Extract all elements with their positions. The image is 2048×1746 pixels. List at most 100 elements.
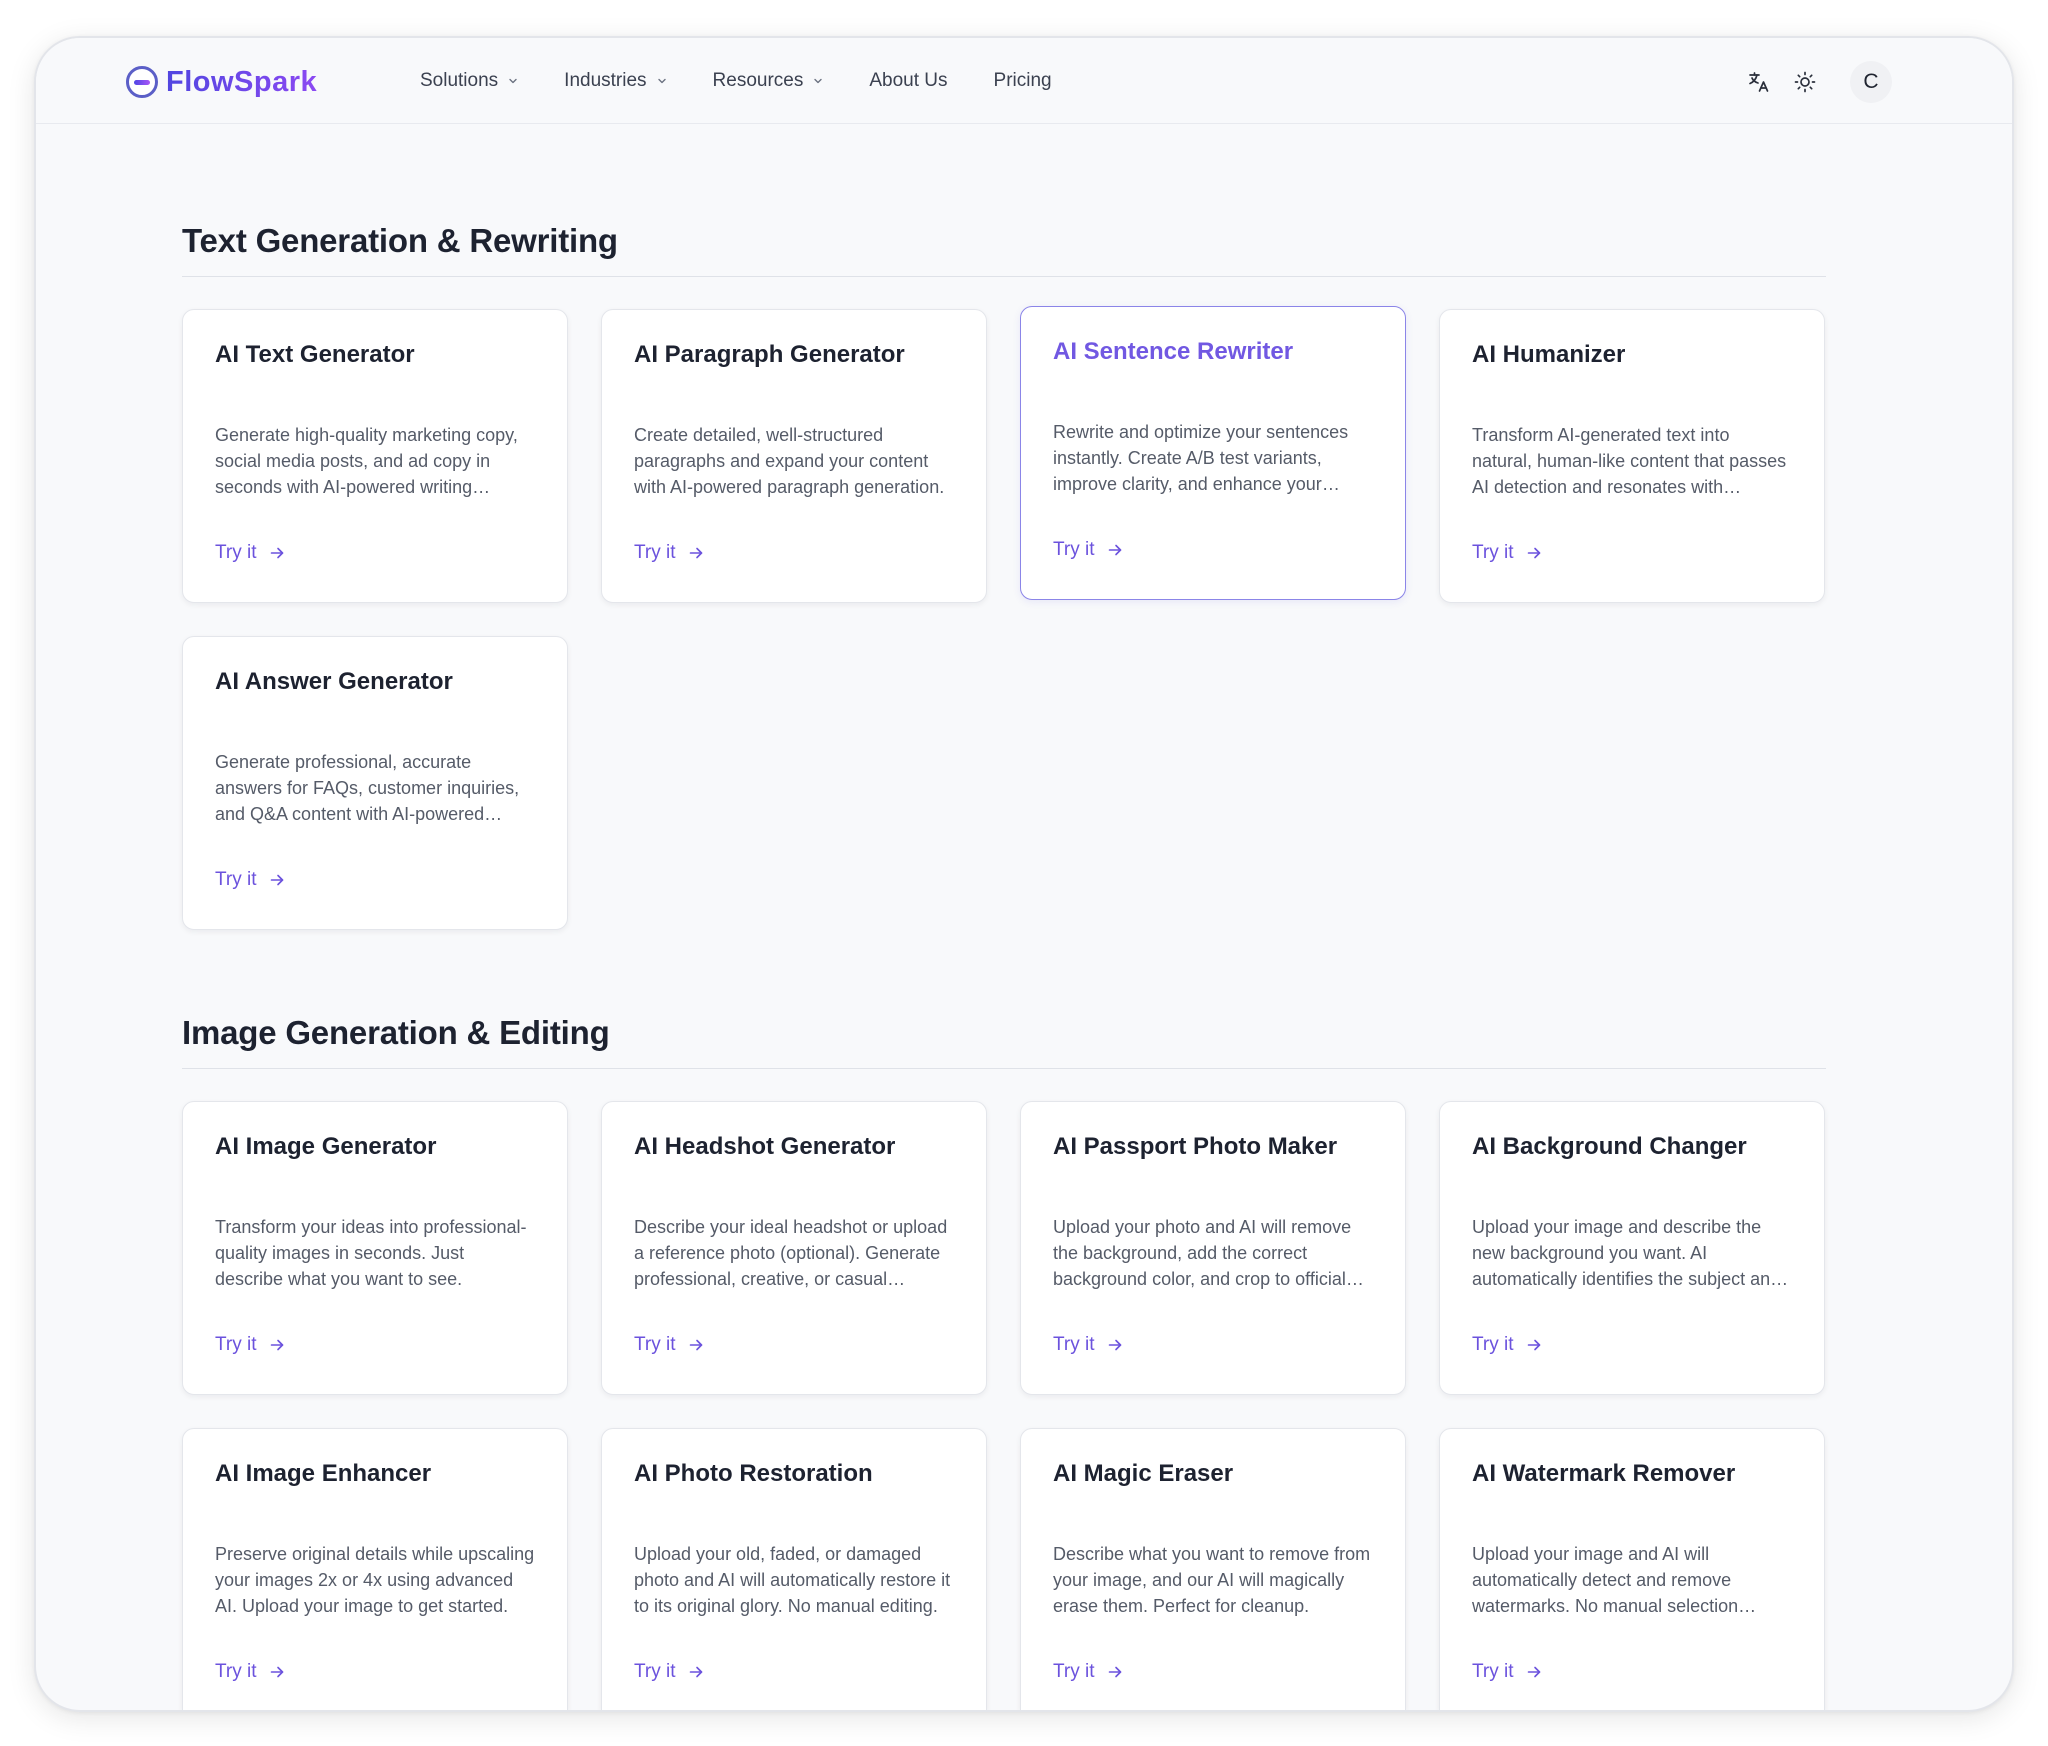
- tool-card-description: Describe your ideal headshot or upload a…: [634, 1217, 948, 1289]
- arrow-right-icon: [270, 1666, 283, 1678]
- section-text-generation: Text Generation & Rewriting AI Text Gene…: [182, 222, 1826, 930]
- try-it-label: Try it: [1472, 1661, 1514, 1682]
- brand-name: FlowSpark: [166, 65, 318, 98]
- tool-card-title: AI Photo Restoration: [634, 1460, 873, 1487]
- section-image-generation: Image Generation & Editing AI Image Gene…: [182, 1014, 1826, 1710]
- section-title: Text Generation & Rewriting: [182, 222, 1826, 277]
- nav-label: Industries: [564, 70, 647, 91]
- arrow-right-icon: [1527, 1339, 1540, 1351]
- arrow-right-icon: [689, 1666, 702, 1678]
- try-it-label: Try it: [215, 542, 257, 563]
- arrow-right-icon: [1527, 1666, 1540, 1678]
- try-it-link[interactable]: Try it: [1053, 1661, 1123, 1683]
- tool-grid: AI Image Generator Transform your ideas …: [182, 1101, 1826, 1710]
- arrow-right-icon: [1108, 1339, 1121, 1351]
- tool-card-title: AI Headshot Generator: [634, 1133, 896, 1160]
- try-it-label: Try it: [634, 1661, 676, 1682]
- tool-card-title: AI Humanizer: [1472, 341, 1626, 368]
- tool-card-description: Upload your photo and AI will remove the…: [1053, 1217, 1352, 1289]
- try-it-link[interactable]: Try it: [1472, 1334, 1542, 1356]
- try-it-link[interactable]: Try it: [634, 1661, 704, 1683]
- tool-card-description: Describe what you want to remove from yo…: [1053, 1544, 1371, 1616]
- try-it-label: Try it: [215, 869, 257, 890]
- try-it-link[interactable]: Try it: [634, 1334, 704, 1356]
- tool-card-description: Preserve original details while upscalin…: [215, 1544, 535, 1616]
- try-it-link[interactable]: Try it: [634, 542, 704, 564]
- tool-card-title: AI Image Enhancer: [215, 1460, 432, 1487]
- tool-card-active[interactable]: AI Sentence Rewriter Rewrite and optimiz…: [1020, 306, 1406, 600]
- tool-card[interactable]: AI Magic Eraser Describe what you want t…: [1020, 1428, 1406, 1710]
- tool-card-title: AI Passport Photo Maker: [1053, 1133, 1338, 1160]
- tool-card[interactable]: AI Headshot Generator Describe your idea…: [601, 1101, 987, 1395]
- arrow-right-icon: [1108, 544, 1121, 556]
- try-it-label: Try it: [1472, 1334, 1514, 1355]
- nav-industries[interactable]: Industries: [564, 70, 666, 92]
- try-it-link[interactable]: Try it: [1053, 1334, 1123, 1356]
- try-it-link[interactable]: Try it: [1472, 542, 1542, 564]
- header-actions: C: [1746, 60, 1892, 104]
- try-it-link[interactable]: Try it: [1472, 1661, 1542, 1683]
- nav-label: Pricing: [993, 70, 1052, 91]
- tool-card-title: AI Sentence Rewriter: [1053, 338, 1294, 365]
- nav-about-us[interactable]: About Us: [869, 70, 947, 92]
- try-it-link[interactable]: Try it: [215, 542, 285, 564]
- chevron-down-icon: [814, 78, 823, 84]
- tool-card[interactable]: AI Paragraph Generator Create detailed, …: [601, 309, 987, 603]
- try-it-label: Try it: [1472, 542, 1514, 563]
- try-it-label: Try it: [1053, 1661, 1095, 1682]
- tool-card-description: Upload your image and describe the new b…: [1472, 1217, 1781, 1289]
- tool-card-title: AI Paragraph Generator: [634, 341, 905, 368]
- tool-card-description: Generate professional, accurate answers …: [215, 752, 520, 824]
- sun-icon[interactable]: [1792, 69, 1818, 95]
- tool-card-description: Upload your old, faded, or damaged photo…: [634, 1544, 951, 1616]
- brand-logo[interactable]: FlowSpark: [126, 65, 317, 99]
- tool-card-title: AI Background Changer: [1472, 1133, 1747, 1160]
- tool-card-description: Generate high-quality marketing copy, so…: [215, 425, 518, 497]
- arrow-right-icon: [270, 1339, 283, 1351]
- logo-icon: [126, 66, 158, 98]
- nav-resources[interactable]: Resources: [713, 70, 824, 92]
- try-it-link[interactable]: Try it: [1053, 539, 1123, 561]
- tool-card-description: Create detailed, well-structured paragra…: [634, 425, 945, 497]
- try-it-link[interactable]: Try it: [215, 1661, 285, 1683]
- tool-card-title: AI Answer Generator: [215, 668, 453, 695]
- tool-card[interactable]: AI Image Generator Transform your ideas …: [182, 1101, 568, 1395]
- tool-card[interactable]: AI Photo Restoration Upload your old, fa…: [601, 1428, 987, 1710]
- try-it-label: Try it: [1053, 1334, 1095, 1355]
- tool-card[interactable]: AI Humanizer Transform AI-generated text…: [1439, 309, 1825, 603]
- try-it-label: Try it: [634, 542, 676, 563]
- tool-card-description: Transform your ideas into professional-q…: [215, 1217, 527, 1289]
- nav-label: About Us: [869, 70, 948, 91]
- tool-card[interactable]: AI Passport Photo Maker Upload your phot…: [1020, 1101, 1406, 1395]
- nav-label: Resources: [712, 70, 804, 91]
- arrow-right-icon: [270, 874, 283, 886]
- main-nav: Solutions Industries Resources About Us …: [420, 38, 1098, 124]
- nav-pricing[interactable]: Pricing: [994, 70, 1052, 92]
- arrow-right-icon: [689, 547, 702, 559]
- tool-card-description: Transform AI-generated text into natural…: [1472, 425, 1787, 497]
- tool-card-title: AI Image Generator: [215, 1133, 437, 1160]
- tool-card[interactable]: AI Answer Generator Generate professiona…: [182, 636, 568, 930]
- chevron-down-icon: [509, 78, 517, 84]
- arrow-right-icon: [1108, 1666, 1121, 1678]
- try-it-link[interactable]: Try it: [215, 869, 285, 891]
- tool-card[interactable]: AI Text Generator Generate high-quality …: [182, 309, 568, 603]
- tool-card[interactable]: AI Watermark Remover Upload your image a…: [1439, 1428, 1825, 1710]
- section-title: Image Generation & Editing: [182, 1014, 1826, 1069]
- tool-grid: AI Text Generator Generate high-quality …: [182, 306, 1826, 930]
- try-it-label: Try it: [215, 1661, 257, 1682]
- tool-card-title: AI Magic Eraser: [1053, 1460, 1234, 1487]
- translate-icon[interactable]: [1746, 69, 1772, 95]
- tool-card-title: AI Watermark Remover: [1472, 1460, 1736, 1487]
- user-avatar[interactable]: C: [1850, 61, 1892, 103]
- try-it-label: Try it: [1053, 539, 1095, 560]
- arrow-right-icon: [270, 547, 283, 559]
- tool-card-description: Upload your image and AI will automatica…: [1472, 1544, 1739, 1616]
- top-navigation-bar: FlowSpark Solutions Industries Resources…: [36, 38, 2012, 124]
- tool-card[interactable]: AI Background Changer Upload your image …: [1439, 1101, 1825, 1395]
- tool-card[interactable]: AI Image Enhancer Preserve original deta…: [182, 1428, 568, 1710]
- nav-solutions[interactable]: Solutions: [420, 70, 518, 92]
- try-it-link[interactable]: Try it: [215, 1334, 285, 1356]
- tool-card-description: Rewrite and optimize your sentences inst…: [1053, 422, 1349, 494]
- arrow-right-icon: [689, 1339, 702, 1351]
